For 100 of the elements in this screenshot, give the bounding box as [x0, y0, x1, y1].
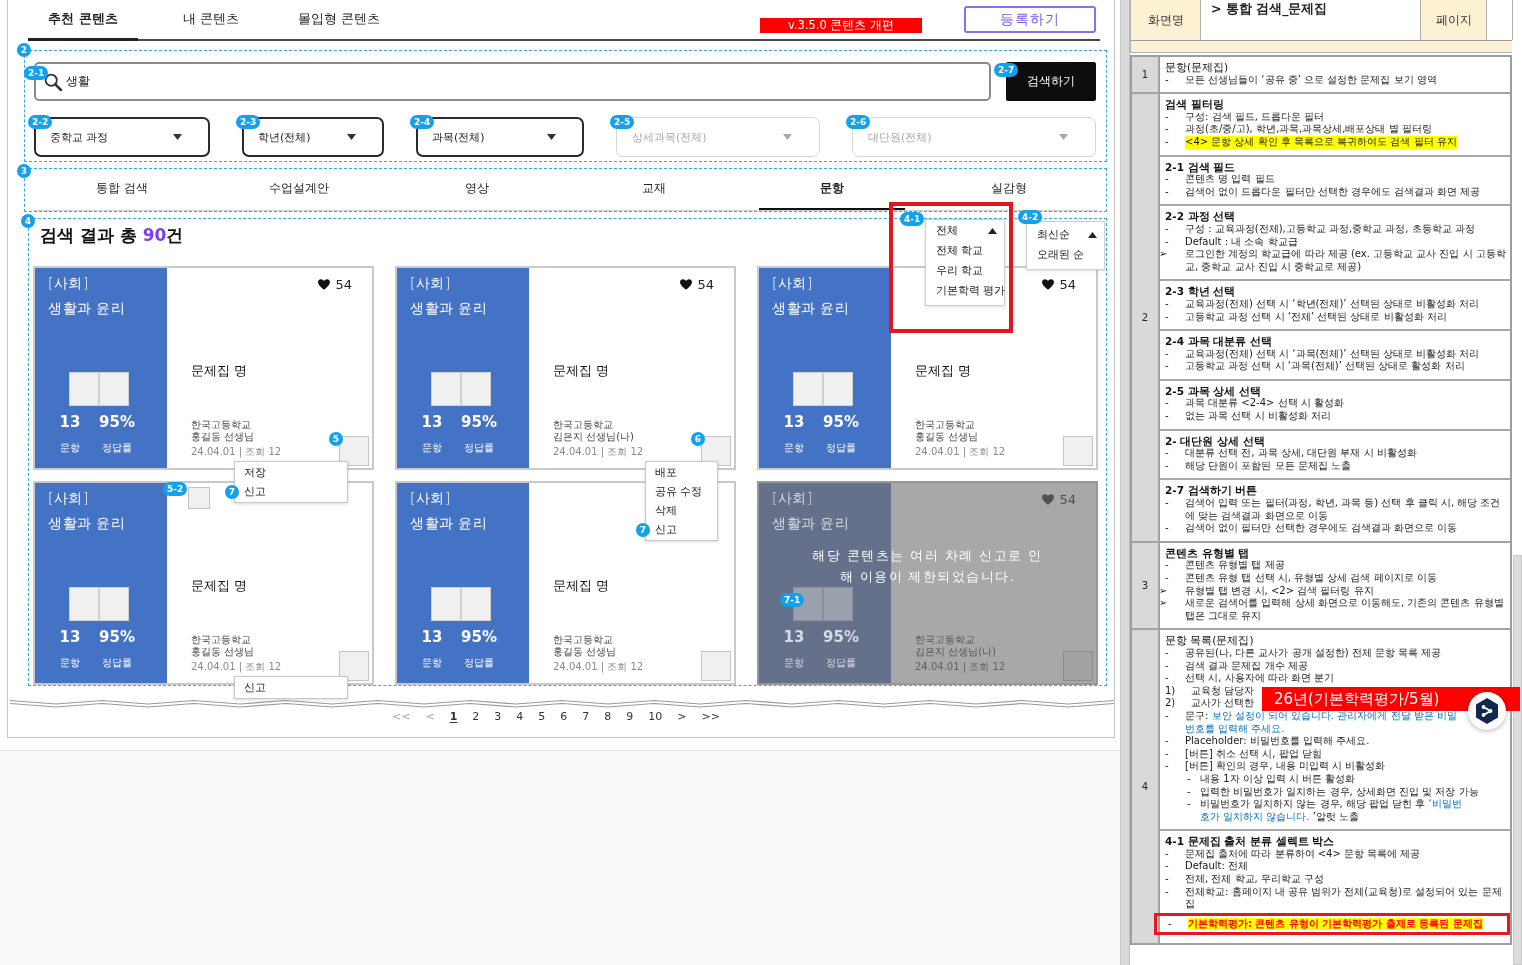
next-page-link[interactable]: >: [677, 710, 687, 724]
spec-text: 공유된(나, 다른 교사가 공개 설정한) 전체 문항 목록 제공: [1185, 646, 1442, 660]
bullet-marker: -: [1165, 310, 1170, 324]
page-link[interactable]: 3: [494, 710, 502, 724]
tab[interactable]: 수업설계안: [226, 169, 373, 210]
last-page-link[interactable]: >>: [701, 710, 720, 724]
accuracy-rate: 95%: [823, 629, 859, 646]
book-icon: [431, 372, 491, 406]
bullet-marker: -: [1165, 572, 1170, 585]
annotation-badge: 5: [329, 432, 343, 446]
annotation-badge: 2-1: [24, 66, 49, 80]
annotation-badge: 2-3: [236, 115, 261, 129]
square-icon: [188, 487, 210, 509]
spec-text: 과정(초/중/고), 학년,과목,과목상세,배포상태 별 필터링: [1185, 123, 1432, 136]
workbook-name: 문제집 명: [915, 363, 972, 379]
teacher-name: 김은지 선생님(나): [915, 646, 996, 658]
bullet-marker: -: [1165, 347, 1170, 361]
tab[interactable]: 몰입형 콘텐츠: [284, 0, 394, 41]
spec-text: 콘텐츠 유형 탭 선택 시, 유형별 상세 검색 페이지로 이동: [1185, 572, 1437, 585]
bullet-marker: -: [1165, 73, 1170, 87]
rate-label: 정답률: [826, 657, 856, 669]
register-button[interactable]: 등록하기: [964, 6, 1096, 33]
scrollbar-thumb[interactable]: [1513, 555, 1522, 965]
like-count: 54: [697, 276, 714, 292]
page-link[interactable]: 8: [604, 710, 612, 724]
bullet-marker: -: [1165, 747, 1170, 761]
rate-label: 정답률: [102, 657, 132, 669]
school-name: 한국고등학교: [553, 634, 613, 646]
heart-icon: [680, 278, 693, 290]
dropdown-value[interactable]: 최신순: [1027, 225, 1104, 245]
spec-text: 로그인한 계정의 학교급에 따라 제공 (ex. 고등학교 교사 진입 시 고등학교, 중학교 교사 진입 시 중학교로 제공): [1185, 248, 1506, 274]
tab[interactable]: 문항: [758, 169, 905, 210]
spec-text: 기본학력평가: 콘텐츠 유형이 기본학력평가 출제로 등록된 문제집: [1188, 917, 1483, 931]
content-card[interactable]: [사회] 생활과 윤리 13 95% 문항 정답률 54 한국고등학교 김은지 선생님(나) 24.04.01 | 조회 12 7-1 해당 콘텐츠는 여러 차례 신고로 인해 이용이 제한되었습니다.: [757, 481, 1098, 685]
card-meta: 24.04.01 | 조회 12: [191, 661, 282, 673]
school-name: 한국고등학교: [191, 419, 251, 431]
page-link[interactable]: 9: [626, 710, 634, 724]
bullet-marker: -: [1165, 410, 1170, 423]
annotation-badge: 2-2: [28, 115, 53, 129]
card-meta: 24.04.01 | 조회 12: [191, 446, 282, 458]
dropdown-value[interactable]: 전체: [926, 221, 1004, 241]
school-name: 한국고등학교: [915, 634, 975, 646]
tab[interactable]: 교재: [581, 169, 728, 210]
card-meta: 24.04.01 | 조회 12: [553, 446, 644, 458]
bullet-marker: ➢: [1159, 248, 1169, 262]
spec-text: [버튼] 취소 선택 시, 팝업 닫힘: [1185, 747, 1322, 761]
page-link[interactable]: 10: [648, 710, 663, 724]
teacher-name: 홍길동 선생님: [191, 431, 255, 443]
dropdown-option[interactable]: 기본학력 평가: [926, 281, 1004, 301]
caret-icon: [988, 228, 997, 234]
page-link[interactable]: 5: [538, 710, 546, 724]
bullet-marker: -: [1165, 672, 1170, 685]
page-link[interactable]: 4: [516, 710, 524, 724]
subject-label: [사회]: [772, 489, 813, 508]
spec-text: 전체학교: 홈페이지 내 공유 범위가 전체(교육청)로 설정되어 있는 문제집: [1185, 885, 1503, 911]
menu-item[interactable]: 공유 수정: [646, 482, 717, 501]
question-count: 13: [59, 629, 81, 646]
subject-label: [사회]: [48, 274, 89, 293]
page-link[interactable]: 2: [472, 710, 480, 724]
count-label: 문항: [422, 657, 442, 669]
bullet-marker: -: [1165, 123, 1170, 136]
page-link[interactable]: 6: [560, 710, 568, 724]
page-link[interactable]: 1: [449, 710, 458, 724]
bullet-marker: ➢: [1159, 584, 1169, 598]
annotation-badge: 7: [636, 523, 650, 537]
spec-heading: 4-1 문제집 출처 분류 셀렉트 박스: [1165, 835, 1335, 848]
spec-text: 대분류 선택 전, 과목 상세, 대단원 부재 시 비활성화: [1185, 447, 1417, 460]
tab[interactable]: 영상: [403, 169, 550, 210]
dropdown-option[interactable]: 오래된 순: [1027, 245, 1104, 265]
question-count: 13: [783, 629, 805, 646]
bullet-marker: -: [1165, 297, 1170, 311]
tab[interactable]: 통합 검색: [48, 169, 195, 210]
bullet-marker: -: [1165, 735, 1170, 748]
heart-icon: [1042, 278, 1055, 290]
dropdown-option[interactable]: 전체 학교: [926, 241, 1004, 261]
search-icon: [44, 72, 62, 91]
spec-text: 콘텐츠 유형별 탭 제공: [1185, 559, 1285, 572]
book-icon: [793, 372, 853, 406]
annotation-badge: 5-2: [163, 482, 188, 496]
workbook-name: 문제집 명: [191, 578, 248, 594]
book-icon: [69, 587, 129, 621]
row-number-cell: 2: [1132, 94, 1160, 541]
book-icon: [69, 372, 129, 406]
spec-heading: 2-3 학년 선택: [1165, 285, 1236, 298]
caret-icon: [347, 134, 356, 140]
version-label: v.3.5.0 콘텐츠 개편: [760, 18, 922, 33]
spec-heading: 2-1 검색 필드: [1165, 160, 1236, 174]
tab[interactable]: 실감형: [936, 169, 1083, 210]
bullet-marker: -: [1165, 447, 1170, 460]
count-label: 문항: [422, 442, 442, 454]
tab[interactable]: 내 콘텐츠: [156, 0, 266, 41]
menu-item[interactable]: 삭제: [646, 501, 717, 520]
notice-banner: 26년(기본학력평가/5월): [1262, 686, 1520, 711]
card-title: 생활과 윤리: [772, 514, 850, 533]
annotation-badge: 2-7: [994, 63, 1019, 77]
page-link[interactable]: 7: [582, 710, 590, 724]
tab[interactable]: 추천 콘텐츠: [28, 0, 138, 41]
spec-text: 내용 1자 이상 입력 시 버튼 활성화: [1200, 772, 1356, 786]
row-number-cell: 1: [1132, 57, 1160, 93]
menu-item[interactable]: 신고: [235, 678, 347, 697]
